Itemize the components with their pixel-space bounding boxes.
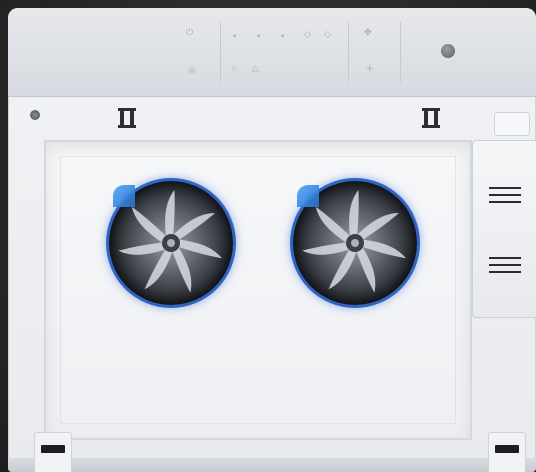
power-icon: ⏻ [186,28,194,38]
control-panel: ⏻ ◎ • • • ◇ ◇ ☆ △ ✤ + [8,8,536,97]
diamond-icon: ◇ [304,30,311,40]
latch-clip-right [422,108,440,128]
dot-icon: • [232,32,238,42]
foot-slot [41,445,65,453]
triangle-icon: △ [252,64,259,74]
fan-compartment [44,140,472,440]
dot-icon: • [280,32,286,42]
air-purifier-device: ⏻ ◎ • • • ◇ ◇ ☆ △ ✤ + [8,8,536,472]
foot-left [34,432,72,472]
mode-icon: ◎ [188,66,196,76]
fan-accent-highlight [297,185,319,207]
fan-compartment-inner [60,156,456,424]
panel-divider [400,22,401,82]
star-icon: ☆ [230,64,239,74]
latch-clip-left [118,108,136,128]
panel-divider [220,22,221,82]
grip-lines-icon [489,257,521,273]
filter-door-tab[interactable] [494,112,530,136]
filter-side-door[interactable] [472,140,536,318]
left-fan [109,181,233,305]
fan-speed-icon: ✤ [364,28,372,38]
foot-slot [495,445,519,453]
foot-right [488,432,526,472]
indicator-light [30,110,40,120]
panel-divider [348,22,349,82]
diamond-icon: ◇ [324,30,331,40]
power-button-icon[interactable] [441,44,455,58]
photo-stage: ⏻ ◎ • • • ◇ ◇ ☆ △ ✤ + [0,0,536,472]
base-rail [8,458,536,472]
plus-icon: + [366,64,374,74]
fan-accent-highlight [113,185,135,207]
dot-icon: • [256,32,262,42]
grip-lines-icon [489,187,521,203]
right-fan [293,181,417,305]
